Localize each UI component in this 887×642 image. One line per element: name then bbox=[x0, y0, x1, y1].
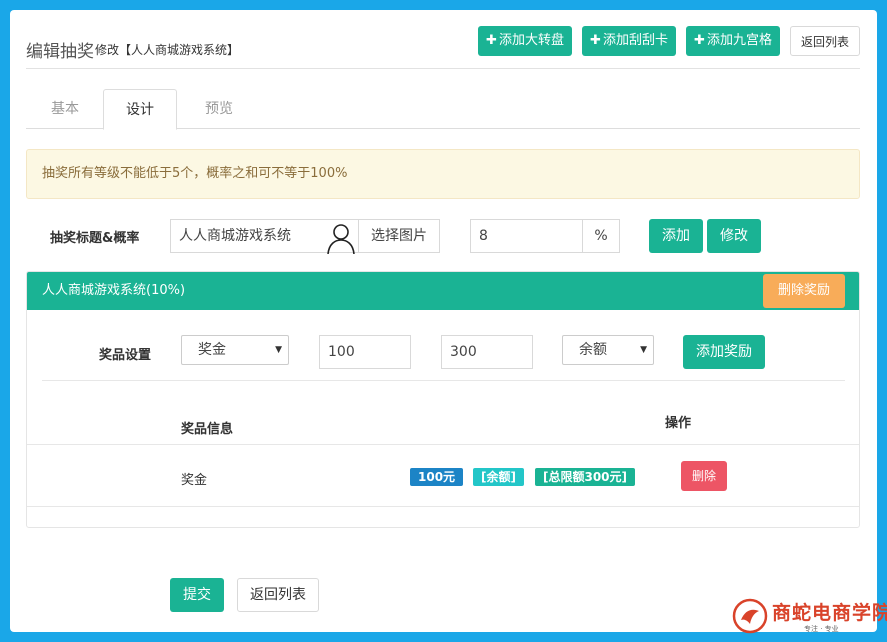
logo-tagline: 专注 · 专业 bbox=[804, 625, 839, 633]
total-limit-badge: [总限额300元] bbox=[535, 468, 636, 486]
prize-setting-label: 奖品设置 bbox=[99, 348, 152, 363]
add-button[interactable]: 添加 bbox=[649, 219, 703, 253]
page-subtitle: 修改【人人商城游戏系统】 bbox=[95, 43, 240, 57]
dropdown-caret-icon: ▼ bbox=[640, 345, 647, 355]
column-header-action: 操作 bbox=[665, 416, 692, 431]
row-separator bbox=[27, 444, 859, 445]
avatar-placeholder bbox=[323, 219, 359, 255]
add-grid-button[interactable]: ✚ 添加九宫格 bbox=[686, 26, 780, 56]
row-separator bbox=[27, 506, 859, 507]
main-panel: 编辑抽奖 修改【人人商城游戏系统】 ✚ 添加大转盘 ✚ 添加刮刮卡 ✚ 添加九宫格 返… bbox=[10, 10, 877, 632]
dropdown-caret-icon: ▼ bbox=[275, 345, 282, 355]
tab-preview[interactable]: 预览 bbox=[181, 89, 257, 129]
plus-icon: ✚ bbox=[486, 33, 497, 48]
submit-button[interactable]: 提交 bbox=[170, 578, 224, 612]
prize-target-select[interactable]: 余额 ▼ bbox=[562, 335, 654, 365]
page-title: 编辑抽奖 bbox=[26, 42, 94, 62]
column-header-info: 奖品信息 bbox=[181, 422, 234, 437]
back-to-list-button[interactable]: 返回列表 bbox=[790, 26, 860, 56]
rate-input[interactable]: 8 bbox=[470, 219, 584, 253]
title-rate-label: 抽奖标题&概率 bbox=[50, 231, 140, 246]
divider bbox=[42, 380, 845, 381]
delete-reward-button[interactable]: 删除奖励 bbox=[763, 274, 845, 308]
prize-amount-input[interactable]: 100 bbox=[319, 335, 411, 369]
tab-design[interactable]: 设计 bbox=[103, 89, 177, 130]
add-reward-button[interactable]: 添加奖励 bbox=[683, 335, 765, 369]
add-scratch-card-button[interactable]: ✚ 添加刮刮卡 bbox=[582, 26, 676, 56]
balance-badge: [余额] bbox=[473, 468, 524, 486]
lottery-title-input[interactable]: 人人商城游戏系统 bbox=[170, 219, 324, 253]
back-to-list-bottom-button[interactable]: 返回列表 bbox=[237, 578, 319, 612]
tab-basic[interactable]: 基本 bbox=[26, 89, 104, 129]
prize-panel-title: 人人商城游戏系统(10%) bbox=[42, 283, 186, 298]
delete-row-button[interactable]: 删除 bbox=[681, 461, 727, 491]
percent-addon: % bbox=[582, 219, 620, 253]
amount-badge: 100元 bbox=[410, 468, 464, 486]
select-image-button[interactable]: 选择图片 bbox=[358, 219, 440, 253]
plus-icon: ✚ bbox=[694, 33, 705, 48]
prize-panel: 人人商城游戏系统(10%) 删除奖励 奖品设置 奖金 ▼ 100 300 余额 … bbox=[26, 271, 860, 528]
prize-name: 奖金 bbox=[181, 473, 208, 488]
page-header: 编辑抽奖 修改【人人商城游戏系统】 ✚ 添加大转盘 ✚ 添加刮刮卡 ✚ 添加九宫格 返… bbox=[26, 26, 860, 69]
warning-alert: 抽奖所有等级不能低于5个，概率之和可不等于100% bbox=[26, 149, 860, 199]
user-icon bbox=[327, 224, 355, 255]
prize-limit-input[interactable]: 300 bbox=[441, 335, 533, 369]
plus-icon: ✚ bbox=[590, 33, 601, 48]
edit-button[interactable]: 修改 bbox=[707, 219, 761, 253]
logo-name: 商蛇电商学院 bbox=[772, 602, 887, 624]
tab-bar: 基本 设计 预览 bbox=[26, 89, 860, 130]
add-wheel-button[interactable]: ✚ 添加大转盘 bbox=[478, 26, 572, 56]
prize-panel-heading: 人人商城游戏系统(10%) 删除奖励 bbox=[27, 272, 859, 310]
logo-icon bbox=[732, 598, 768, 634]
watermark-logo: 商蛇电商学院 专注 · 专业 bbox=[732, 598, 887, 638]
prize-type-select[interactable]: 奖金 ▼ bbox=[181, 335, 289, 365]
